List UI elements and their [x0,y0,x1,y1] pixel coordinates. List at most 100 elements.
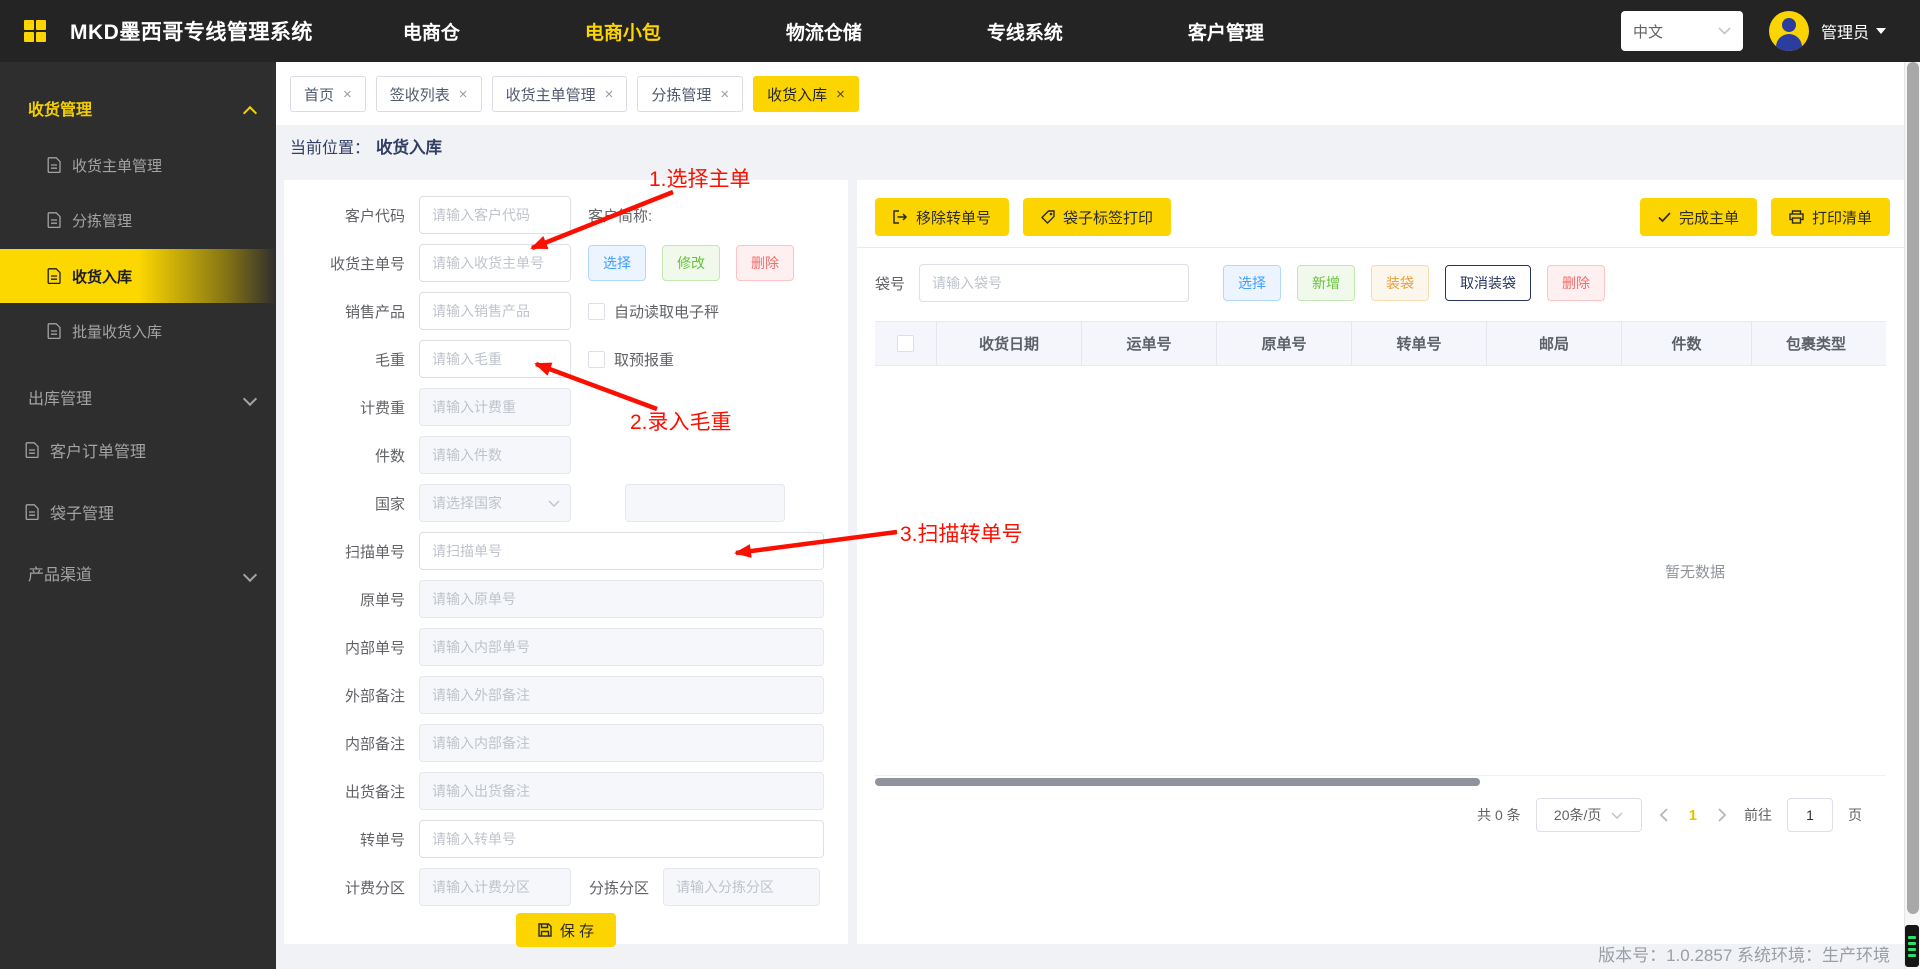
scan-no-input[interactable] [419,532,824,570]
app-title: MKD墨西哥专线管理系统 [70,21,313,44]
col-original-no: 原单号 [1217,322,1352,365]
top-nav-ecom-warehouse[interactable]: 电商仓 [403,18,460,45]
internal-no-input [419,628,824,666]
select-all-checkbox[interactable] [897,335,914,352]
delete-master-button[interactable]: 删除 [736,245,794,281]
print-list-button[interactable]: 打印清单 [1770,198,1890,236]
customer-code-label: 客户代码 [344,207,405,225]
user-menu[interactable]: 管理员 [1821,19,1886,43]
use-forecast-weight-checkbox[interactable]: 取预报重 [588,349,674,370]
close-icon[interactable] [720,86,729,103]
empty-state-text: 暂无数据 [1665,564,1726,581]
page-size-value: 20条/页 [1553,807,1602,823]
sidebar-group-receive-mgmt[interactable]: 收货管理 [0,82,276,134]
sidebar-item-receive-inbound[interactable]: 收货入库 [0,249,276,303]
customer-code-input[interactable] [419,196,571,234]
tab-sign-list[interactable]: 签收列表 [375,76,482,112]
scan-no-label: 扫描单号 [344,543,405,561]
horizontal-scrollbar[interactable] [875,778,1480,786]
shipping-remark-label: 出货备注 [344,783,405,801]
document-icon [47,323,61,339]
sidebar-group-label: 出库管理 [28,391,93,408]
master-order-no-input[interactable] [419,244,571,282]
bag-label-print-button[interactable]: 袋子标签打印 [1023,198,1172,236]
top-nav-ecom-parcel[interactable]: 电商小包 [585,18,661,45]
caret-down-icon [1876,28,1886,34]
breadcrumb-prefix: 当前位置： [290,140,371,157]
top-nav-logistics-storage[interactable]: 物流仓储 [786,18,862,45]
bag-select-button[interactable]: 选择 [1223,265,1282,301]
language-select-value: 中文 [1632,23,1663,41]
col-post-office: 邮局 [1487,322,1622,365]
sidebar: 收货管理 收货主单管理 分拣管理 收货入库 批量收货入库 出库管理 客户订单管理… [0,62,276,969]
remove-transfer-no-button[interactable]: 移除转单号 [875,198,1010,236]
sidebar-group-outbound-mgmt[interactable]: 出库管理 [0,371,276,423]
tab-sorting-mgmt[interactable]: 分拣管理 [637,76,744,112]
avatar[interactable] [1768,11,1809,51]
select-master-button[interactable]: 选择 [588,245,646,281]
edit-master-button[interactable]: 修改 [662,245,720,281]
corner-extension-widget[interactable] [1905,925,1919,967]
gross-weight-input[interactable] [419,340,571,378]
bag-delete-button[interactable]: 删除 [1547,265,1606,301]
sorting-zone-label: 分拣分区 [588,879,649,897]
finish-master-order-button[interactable]: 完成主单 [1639,198,1757,236]
top-nav-dedicated-line[interactable]: 专线系统 [987,18,1063,45]
top-nav-customer-mgmt[interactable]: 客户管理 [1188,18,1264,45]
sidebar-group-product-channel[interactable]: 产品渠道 [0,547,276,599]
right-toolbar: 移除转单号 袋子标签打印 完成主单 打印清单 [857,180,1904,236]
billing-zone-label: 计费分区 [344,879,405,897]
col-receive-date: 收货日期 [937,322,1082,365]
chargeable-weight-input [419,388,571,426]
next-page-icon[interactable] [1716,808,1729,822]
internal-remark-label: 内部备注 [344,735,405,753]
chargeable-weight-label: 计费重 [359,399,405,417]
vertical-scrollbar[interactable] [1904,62,1920,969]
bag-number-input[interactable] [919,264,1190,302]
current-page[interactable]: 1 [1685,807,1701,824]
chevron-down-icon [1611,811,1623,819]
sidebar-item-bag-mgmt[interactable]: 袋子管理 [0,486,276,538]
col-waybill-no: 运单号 [1082,322,1217,365]
auto-read-scale-checkbox[interactable]: 自动读取电子秤 [588,301,719,322]
prev-page-icon[interactable] [1657,808,1670,822]
bag-number-label: 袋号 [875,275,906,293]
page-size-select[interactable]: 20条/页 [1535,798,1642,832]
close-icon[interactable] [343,86,352,103]
parcel-table: 收货日期 运单号 原单号 转单号 邮局 件数 包裹类型 暂无数据 [875,321,1886,786]
tab-receive-master-order[interactable]: 收货主单管理 [491,76,628,112]
sidebar-item-sorting-mgmt[interactable]: 分拣管理 [0,194,276,246]
sidebar-item-label: 客户订单管理 [50,444,147,461]
save-button[interactable]: 保 存 [515,913,617,947]
bag-add-button[interactable]: 新增 [1297,265,1356,301]
goto-page-input[interactable] [1787,798,1833,832]
document-icon [25,442,39,458]
checkbox-icon [897,335,914,352]
version-footer: 版本号：1.0.2857 系统环境：生产环境 [1598,946,1890,965]
sales-product-input[interactable] [419,292,571,330]
internal-no-label: 内部单号 [344,639,405,657]
bag-unpack-button[interactable]: 取消装袋 [1445,265,1532,301]
billing-zone-input [419,868,571,906]
sidebar-item-receive-master-order[interactable]: 收货主单管理 [0,139,276,191]
tab-receive-inbound[interactable]: 收货入库 [753,76,859,112]
sidebar-item-customer-order-mgmt[interactable]: 客户订单管理 [0,424,276,476]
document-icon [25,504,39,520]
close-icon[interactable] [605,86,614,103]
transfer-no-input[interactable] [419,820,824,858]
close-icon[interactable] [459,86,468,103]
bag-pack-button[interactable]: 装袋 [1371,265,1430,301]
scrollbar-thumb[interactable] [1907,62,1919,914]
chevron-down-icon [245,392,256,403]
sorting-zone-input [663,868,820,906]
sidebar-item-batch-receive-inbound[interactable]: 批量收货入库 [0,305,276,357]
checkbox-icon [588,302,605,320]
col-transfer-no: 转单号 [1352,322,1487,365]
close-icon[interactable] [836,86,845,103]
check-icon [1658,211,1671,222]
customer-short-name-label: 客户简称: [588,207,653,225]
document-icon [47,157,61,173]
tab-home[interactable]: 首页 [290,76,366,112]
checkbox-icon [588,350,605,368]
language-select[interactable]: 中文 [1620,11,1743,51]
